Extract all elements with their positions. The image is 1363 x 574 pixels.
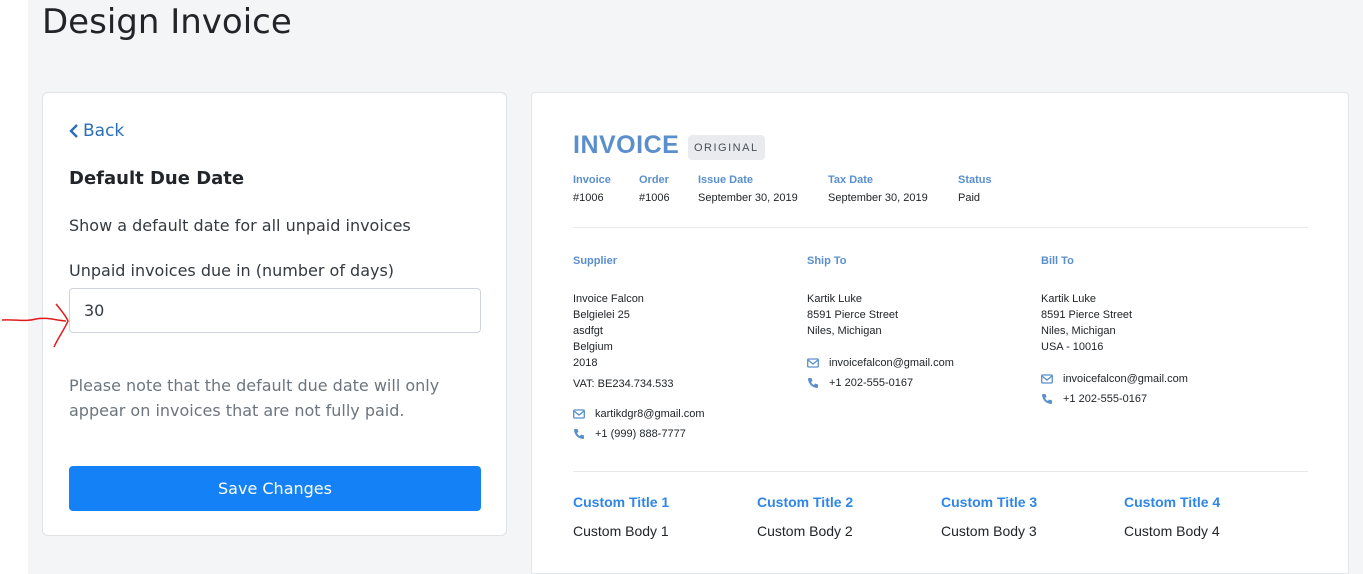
address-line: Niles, Michigan: [1041, 325, 1116, 337]
section-title: Default Due Date: [69, 168, 245, 189]
email-text: invoicefalcon@gmail.com: [829, 357, 954, 369]
due-date-note: Please note that the default due date wi…: [69, 376, 440, 420]
custom-body: Custom Body 4: [1124, 523, 1220, 539]
phone-icon: [1042, 394, 1052, 404]
chevron-left-icon: [69, 124, 78, 138]
invoice-original-badge: ORIGINAL: [688, 135, 765, 160]
bill-to-email: invoicefalcon@gmail.com: [1041, 369, 1261, 389]
meta-tax-date: Tax Date September 30, 2019: [828, 174, 928, 204]
invoice-title: INVOICE: [573, 131, 680, 159]
meta-label: Order: [639, 174, 669, 186]
custom-field-1: Custom Title 1 Custom Body 1: [573, 494, 753, 539]
custom-body: Custom Body 3: [941, 523, 1037, 539]
meta-invoice: Invoice #1006: [573, 174, 611, 204]
bill-to-phone: +1 202-555-0167: [1041, 389, 1261, 409]
save-changes-button[interactable]: Save Changes: [69, 466, 481, 511]
address-line: 2018: [573, 357, 598, 369]
address-line: Kartik Luke: [807, 293, 863, 305]
ship-to-block: Ship To Kartik Luke 8591 Pierce Street N…: [807, 255, 1027, 393]
page-title: Design Invoice: [42, 2, 292, 42]
bill-to-contacts: invoicefalcon@gmail.com +1 202-555-0167: [1041, 369, 1261, 409]
invoice-preview: INVOICE ORIGINAL Invoice #1006 Order #10…: [531, 92, 1349, 574]
phone-icon: [808, 378, 818, 388]
meta-status: Status Paid: [958, 174, 992, 204]
back-link[interactable]: Back: [69, 121, 124, 141]
ship-to-contacts: invoicefalcon@gmail.com +1 202-555-0167: [807, 353, 1027, 393]
meta-value: September 30, 2019: [828, 192, 928, 204]
custom-field-3: Custom Title 3 Custom Body 3: [941, 494, 1121, 539]
envelope-icon: [573, 409, 585, 419]
address-line: Niles, Michigan: [807, 325, 882, 337]
custom-body: Custom Body 1: [573, 523, 669, 539]
email-text: invoicefalcon@gmail.com: [1063, 373, 1188, 385]
address-line: Kartik Luke: [1041, 293, 1097, 305]
supplier-heading: Supplier: [573, 255, 618, 267]
phone-text: +1 202-555-0167: [829, 377, 914, 389]
meta-value: #1006: [639, 192, 670, 204]
phone-icon: [574, 429, 584, 439]
phone-text: +1 (999) 888-7777: [595, 428, 686, 440]
custom-title: Custom Title 3: [941, 494, 1038, 510]
supplier-contacts: kartikdgr8@gmail.com +1 (999) 888-7777: [573, 404, 793, 444]
divider: [573, 471, 1308, 472]
meta-value: #1006: [573, 192, 604, 204]
custom-field-4: Custom Title 4 Custom Body 4: [1124, 494, 1304, 539]
address-line: 8591 Pierce Street: [807, 309, 899, 321]
meta-value: September 30, 2019: [698, 192, 798, 204]
address-line: 8591 Pierce Street: [1041, 309, 1133, 321]
address-line: Belgielei 25: [573, 309, 630, 321]
due-days-input[interactable]: [69, 288, 481, 333]
meta-value: Paid: [958, 192, 981, 204]
supplier-vat: VAT: BE234.734.533: [573, 378, 674, 390]
supplier-phone: +1 (999) 888-7777: [573, 424, 793, 444]
divider: [573, 227, 1308, 228]
meta-order: Order #1006: [639, 174, 670, 204]
custom-title: Custom Title 2: [757, 494, 854, 510]
email-text: kartikdgr8@gmail.com: [595, 408, 705, 420]
back-label: Back: [83, 121, 125, 141]
red-arrow-annotation: [1, 303, 69, 348]
envelope-icon: [807, 358, 819, 368]
address-line: USA - 10016: [1041, 341, 1104, 353]
ship-to-email: invoicefalcon@gmail.com: [807, 353, 1027, 373]
bill-to-heading: Bill To: [1041, 255, 1074, 267]
phone-text: +1 202-555-0167: [1063, 393, 1148, 405]
address-line: Invoice Falcon: [573, 293, 644, 305]
meta-label: Status: [958, 174, 992, 186]
ship-to-phone: +1 202-555-0167: [807, 373, 1027, 393]
envelope-icon: [1041, 374, 1053, 384]
supplier-email: kartikdgr8@gmail.com: [573, 404, 793, 424]
section-description: Show a default date for all unpaid invoi…: [69, 216, 411, 235]
ship-to-heading: Ship To: [807, 255, 847, 267]
meta-label: Issue Date: [698, 174, 754, 186]
address-line: Belgium: [573, 341, 613, 353]
meta-label: Invoice: [573, 174, 611, 186]
custom-body: Custom Body 2: [757, 523, 853, 539]
custom-title: Custom Title 4: [1124, 494, 1221, 510]
custom-field-2: Custom Title 2 Custom Body 2: [757, 494, 937, 539]
address-line: asdfgt: [573, 325, 603, 337]
meta-label: Tax Date: [828, 174, 874, 186]
bill-to-block: Bill To Kartik Luke 8591 Pierce Street N…: [1041, 255, 1261, 409]
supplier-block: Supplier Invoice Falcon Belgielei 25 asd…: [573, 255, 793, 444]
settings-card: Back Default Due Date Show a default dat…: [42, 92, 507, 536]
meta-issue-date: Issue Date September 30, 2019: [698, 174, 798, 204]
due-days-label: Unpaid invoices due in (number of days): [69, 261, 395, 280]
custom-title: Custom Title 1: [573, 494, 670, 510]
